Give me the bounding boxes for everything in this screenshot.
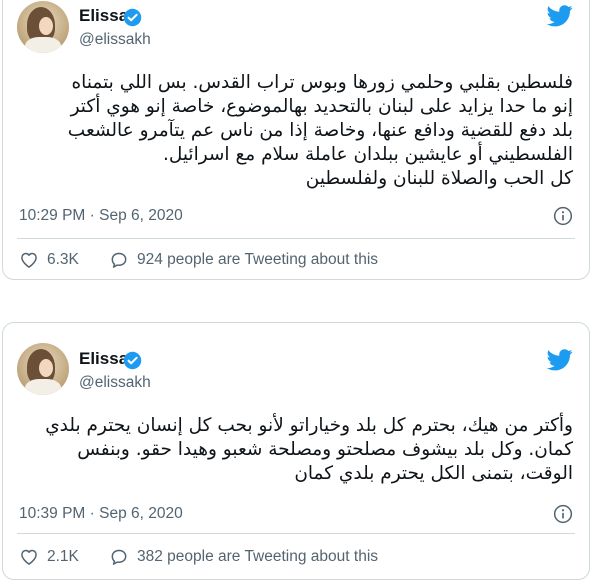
divider — [17, 533, 575, 534]
conversation-count: 924 people are Tweeting about this — [137, 251, 379, 268]
conversation-button[interactable]: 382 people are Tweeting about this — [109, 547, 378, 567]
twitter-bird-icon[interactable] — [547, 5, 573, 27]
twitter-bird-icon[interactable] — [547, 349, 573, 371]
avatar-body — [25, 379, 61, 395]
tweet-card[interactable]: Elissa @elissakh فلسطين بقلبي وحلمي زوره… — [2, 0, 590, 280]
avatar-face — [39, 359, 53, 377]
info-icon[interactable] — [553, 206, 573, 226]
tweet-text: فلسطين بقلبي وحلمي زورها وبوس تراب القدس… — [67, 72, 573, 189]
like-button[interactable]: 6.3K — [19, 250, 79, 270]
like-count: 2.1K — [47, 548, 79, 565]
tweet-timestamp[interactable]: 10:29 PM · Sep 6, 2020 — [19, 207, 183, 225]
verified-badge-icon — [123, 8, 142, 27]
speech-bubble-icon — [111, 252, 127, 268]
conversation-button[interactable]: 924 people are Tweeting about this — [109, 250, 378, 270]
tweet-card[interactable]: Elissa @elissakh وأكتر من هيك، بحترم كل … — [2, 322, 590, 580]
divider — [17, 238, 575, 239]
tweet-text: وأكتر من هيك، بحترم كل بلد وخياراتو لأنو… — [45, 415, 573, 484]
info-icon[interactable] — [553, 504, 573, 524]
author-handle[interactable]: @elissakh — [79, 374, 151, 392]
like-count: 6.3K — [47, 251, 79, 268]
conversation-count: 382 people are Tweeting about this — [137, 548, 379, 565]
heart-icon — [21, 252, 37, 268]
verified-badge-icon — [123, 351, 142, 370]
tweet-timestamp[interactable]: 10:39 PM · Sep 6, 2020 — [19, 505, 183, 523]
avatar[interactable] — [17, 1, 69, 53]
avatar-body — [25, 37, 61, 53]
avatar[interactable] — [17, 343, 69, 395]
like-button[interactable]: 2.1K — [19, 547, 79, 567]
author-name[interactable]: Elissa — [79, 349, 128, 369]
author-name[interactable]: Elissa — [79, 6, 128, 26]
heart-icon — [21, 549, 37, 565]
speech-bubble-icon — [111, 549, 127, 565]
avatar-face — [39, 17, 53, 35]
author-handle[interactable]: @elissakh — [79, 31, 151, 49]
